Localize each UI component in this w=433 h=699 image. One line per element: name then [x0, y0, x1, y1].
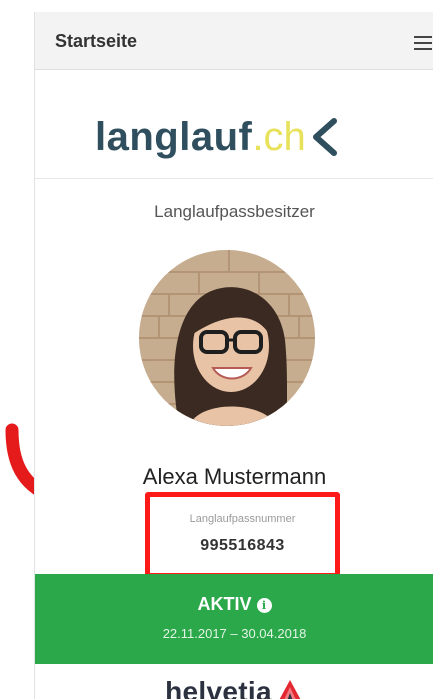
app-screen: Startseite langlauf. ch Langlaufpassbesit…: [34, 12, 433, 699]
screenshot: Startseite langlauf. ch Langlaufpassbesit…: [0, 0, 433, 699]
owner-name: Alexa Mustermann: [142, 464, 327, 489]
sponsor-name: helvetia: [165, 675, 272, 699]
logo-text-dot: .: [252, 114, 264, 159]
sponsor-logo: helvetia: [35, 672, 433, 699]
chevron-left-icon: [312, 118, 337, 156]
avatar: [139, 250, 315, 426]
hamburger-menu-icon[interactable]: [414, 36, 432, 50]
top-bar: Startseite: [35, 12, 433, 70]
owner-label: Langlaufpassbesitzer: [154, 202, 315, 221]
divider: [35, 178, 433, 179]
pass-number-label: Langlaufpassnummer: [189, 513, 296, 525]
pass-number-value: 995516843: [200, 537, 285, 554]
status-text: AKTIV i: [35, 594, 433, 615]
logo-text-main: langlauf: [95, 114, 253, 159]
logo-text-tld: ch: [263, 114, 306, 159]
helvetia-logo-mark: [279, 679, 301, 699]
pass-number-highlight: Langlaufpassnummer 995516843: [145, 492, 340, 578]
validity-date-range: 22.11.2017 – 30.04.2018: [162, 626, 307, 641]
person-avatar-photo: [139, 250, 315, 426]
langlauf-logo: langlauf. ch: [95, 110, 340, 164]
info-icon[interactable]: i: [256, 598, 272, 613]
page-title: Startseite: [55, 31, 138, 51]
status-banner: AKTIV i 22.11.2017 – 30.04.2018: [35, 574, 433, 664]
status-label: AKTIV: [197, 594, 252, 614]
